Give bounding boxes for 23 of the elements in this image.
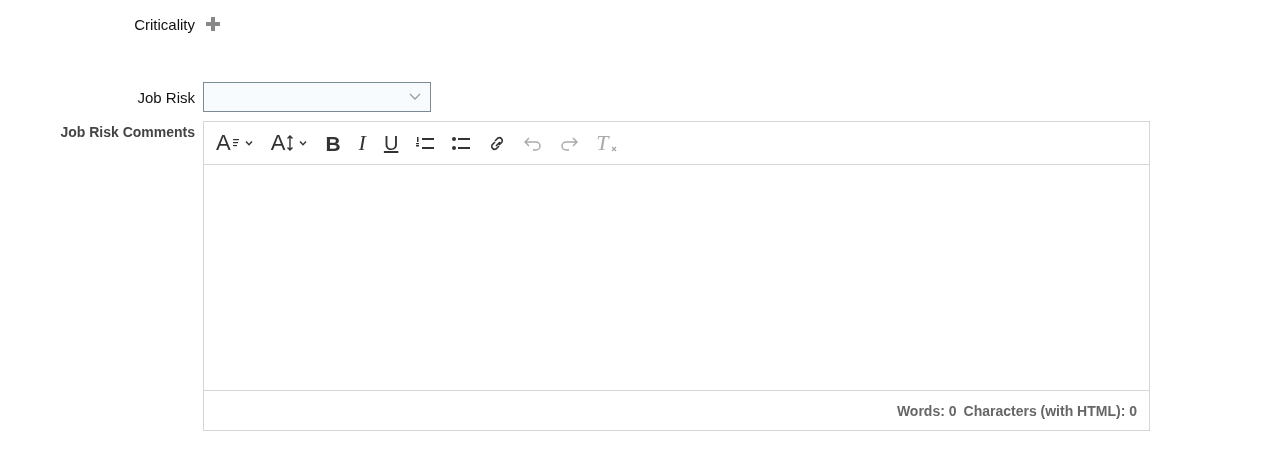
- undo-icon: [524, 134, 543, 152]
- bullet-list-icon: [452, 134, 471, 152]
- chevron-down-icon: [409, 93, 421, 101]
- underline-button[interactable]: U: [374, 128, 408, 158]
- plus-icon: [205, 16, 221, 32]
- redo-icon: [560, 134, 579, 152]
- field-label: Criticality: [133, 15, 196, 33]
- field-label: Job Risk: [136, 88, 196, 106]
- italic-button[interactable]: I: [349, 128, 375, 158]
- word-count: Words: 0: [896, 402, 957, 419]
- lines-icon: [232, 139, 239, 147]
- up-down-arrow-icon: [287, 135, 294, 151]
- caret-icon: [244, 140, 253, 146]
- caret-icon: [299, 140, 308, 146]
- bold-button[interactable]: B: [316, 128, 350, 158]
- add-button[interactable]: [203, 16, 221, 32]
- character-count: Characters (with HTML): 0: [963, 402, 1137, 419]
- font-button[interactable]: A: [214, 128, 262, 158]
- field-label: Job Risk Comments: [59, 123, 196, 140]
- x-icon: [610, 146, 617, 152]
- numbered-list-icon: [416, 134, 435, 152]
- font-size-button[interactable]: A: [261, 128, 317, 158]
- dropdown-field[interactable]: [203, 82, 431, 112]
